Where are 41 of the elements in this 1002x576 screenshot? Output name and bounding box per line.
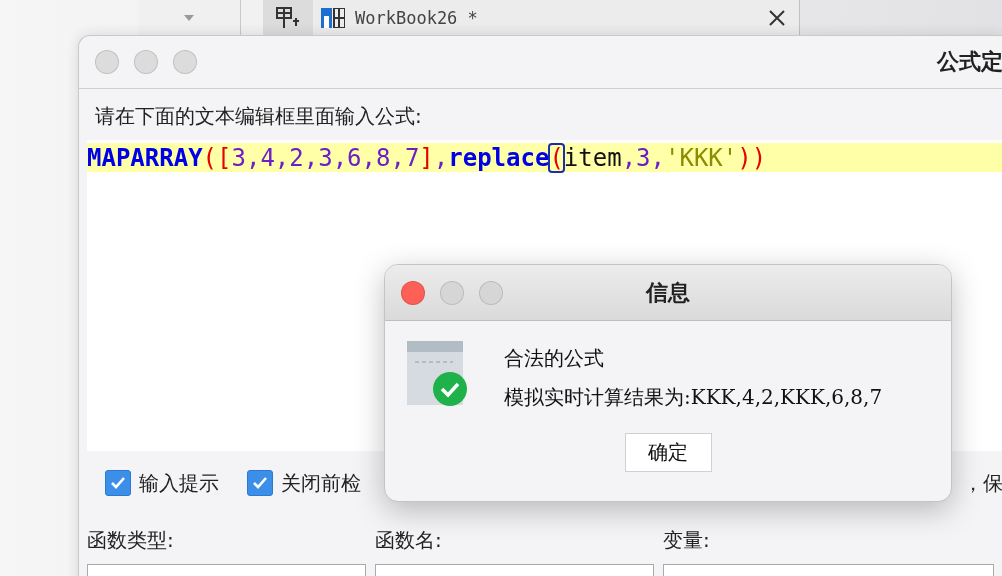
number-token: ,3, — [621, 143, 665, 172]
checkbox[interactable] — [247, 470, 273, 496]
caret-icon — [184, 15, 194, 21]
paren-token: ( — [549, 143, 564, 172]
paren-token: [ — [217, 143, 232, 172]
paren-token: )) — [737, 143, 767, 172]
checkbox-label: 输入提示 — [139, 469, 219, 497]
column-label: 函数名: — [375, 527, 443, 554]
dropdown[interactable] — [138, 0, 241, 36]
zoom-button[interactable] — [173, 50, 197, 74]
column-label: 函数类型: — [87, 527, 175, 554]
valid-formula-icon — [407, 341, 468, 407]
close-button[interactable] — [401, 280, 425, 305]
minimize-button[interactable] — [134, 50, 158, 74]
window-title: 公式定 — [937, 48, 1002, 76]
minimize-button[interactable] — [440, 280, 464, 305]
checkbox-label: 关闭前检 — [281, 469, 361, 497]
function-token: replace — [448, 143, 550, 172]
workbook-tab[interactable]: WorkBook26 * — [313, 0, 800, 36]
paren-token: ( — [202, 143, 218, 172]
checkbox[interactable] — [105, 470, 131, 496]
message-text: 合法的公式 — [504, 345, 605, 372]
dialog-title: 信息 — [646, 278, 690, 307]
prompt-text: 请在下面的文本编辑框里面输入公式: — [95, 103, 423, 130]
grid-plus-icon — [276, 7, 300, 29]
option-text: ，保 — [963, 469, 1002, 497]
tab-title: WorkBook26 * — [355, 8, 479, 28]
identifier-token: item — [563, 143, 622, 172]
close-button[interactable] — [95, 50, 119, 74]
string-token: 'KKK' — [665, 143, 738, 172]
ok-button[interactable]: 确定 — [624, 433, 712, 472]
column-label: 变量: — [663, 527, 711, 554]
close-icon[interactable] — [769, 10, 785, 26]
zoom-button[interactable] — [479, 280, 503, 305]
function-token: MAPARRAY — [87, 143, 203, 172]
logo-icon — [321, 8, 345, 28]
number-token: , — [433, 143, 449, 172]
layout-button[interactable] — [263, 0, 313, 36]
paren-token: ] — [419, 143, 434, 172]
message-text: 模拟实时计算结果为:KKK,4,2,KKK,6,8,7 — [504, 384, 883, 411]
number-token: 3,4,2,3,6,8,7 — [231, 143, 420, 172]
